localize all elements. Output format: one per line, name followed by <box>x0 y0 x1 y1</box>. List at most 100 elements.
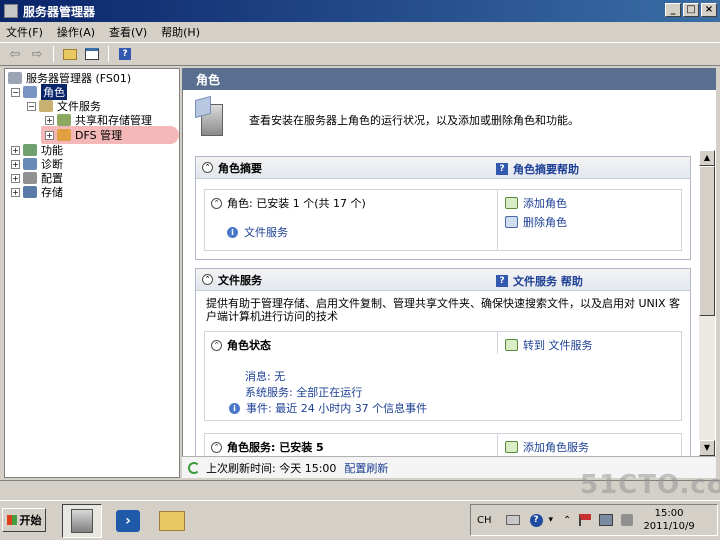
forward-icon[interactable]: ⇨ <box>28 45 46 63</box>
menu-file[interactable]: 文件(F) <box>6 24 43 40</box>
collapse-toggle[interactable]: − <box>11 87 20 97</box>
refresh-icon <box>188 461 200 474</box>
scroll-thumb[interactable] <box>699 166 715 316</box>
back-icon[interactable]: ⇦ <box>6 45 24 63</box>
tree-item-features[interactable]: + 功能 <box>11 143 63 157</box>
system-services-link[interactable]: 系统服务: 全部正在运行 <box>245 384 362 400</box>
collapse-icon[interactable]: ⌃ <box>211 441 222 453</box>
collapse-icon[interactable]: ⌃ <box>211 339 222 351</box>
remove-roles-link[interactable]: 删除角色 <box>505 214 567 230</box>
file-services-icon <box>39 100 53 112</box>
expand-toggle[interactable]: + <box>11 145 20 155</box>
start-button[interactable]: 开始 <box>2 508 46 532</box>
file-services-header[interactable]: ⌃ 文件服务 ? 文件服务 帮助 <box>196 269 690 291</box>
title-bar: 服务器管理器 _ □ × <box>0 0 720 22</box>
collapse-icon[interactable]: ⌃ <box>211 197 222 209</box>
up-folder-icon[interactable] <box>61 45 79 63</box>
server-manager-icon <box>4 4 18 18</box>
events-link[interactable]: i 事件: 最近 24 小时内 37 个信息事件 <box>229 400 427 416</box>
options-arrow-icon[interactable]: ▾ <box>549 515 554 525</box>
show-hidden-icons[interactable]: ⌃ <box>563 515 571 526</box>
taskbar-server-manager-button[interactable] <box>62 504 102 538</box>
show-hide-tree-icon[interactable] <box>83 45 101 63</box>
tree-item-storage[interactable]: + 存储 <box>11 185 63 199</box>
section-title: 角色摘要 <box>218 161 262 175</box>
tree-item-roles[interactable]: − 角色 <box>11 84 67 100</box>
collapse-icon[interactable]: ⌃ <box>202 162 213 173</box>
goto-icon <box>505 339 518 351</box>
file-services-help-link[interactable]: ? 文件服务 帮助 <box>496 273 583 289</box>
expand-toggle[interactable]: + <box>11 159 20 169</box>
menu-view[interactable]: 查看(V) <box>109 24 147 40</box>
expand-toggle[interactable]: + <box>11 187 20 197</box>
maximize-button[interactable]: □ <box>683 3 699 17</box>
powershell-icon: › <box>116 510 140 532</box>
roles-server-icon <box>195 95 231 138</box>
taskbar-explorer-button[interactable] <box>152 504 192 538</box>
tree-label: 存储 <box>41 186 63 199</box>
scroll-down-button[interactable]: ▼ <box>699 440 715 456</box>
roles-summary-section: ⌃ 角色摘要 ? 角色摘要帮助 ⌃ 角色: 已安装 1 个(共 17 个) i … <box>195 156 691 260</box>
tree-item-diagnostics[interactable]: + 诊断 <box>11 157 63 171</box>
minimize-button[interactable]: _ <box>665 3 681 17</box>
menu-action[interactable]: 操作(A) <box>57 24 95 40</box>
server-icon <box>8 72 22 84</box>
info-icon: i <box>229 402 240 414</box>
language-indicator[interactable]: CH <box>477 515 492 526</box>
diagnostics-icon <box>23 158 37 170</box>
help-icon: ? <box>496 163 508 175</box>
close-button[interactable]: × <box>701 3 717 17</box>
tree-label: 共享和存储管理 <box>75 114 152 127</box>
storage-icon <box>23 186 37 198</box>
expand-toggle[interactable]: + <box>11 173 20 183</box>
taskbar-powershell-button[interactable]: › <box>108 504 148 538</box>
file-services-description: 提供有助于管理存储、启用文件复制、管理共享文件夹、确保快速搜索文件，以及启用对 … <box>206 297 681 323</box>
features-icon <box>23 144 37 156</box>
expand-toggle[interactable]: + <box>45 130 54 140</box>
tree-item-dfs[interactable]: + DFS 管理 <box>45 128 122 142</box>
file-services-section: ⌃ 文件服务 ? 文件服务 帮助 提供有助于管理存储、启用文件复制、管理共享文件… <box>195 268 691 460</box>
help-icon[interactable]: ? <box>116 45 134 63</box>
scroll-up-button[interactable]: ▲ <box>699 150 715 166</box>
configuration-icon <box>23 172 37 184</box>
collapse-icon[interactable]: ⌃ <box>202 274 213 285</box>
roles-summary-header[interactable]: ⌃ 角色摘要 ? 角色摘要帮助 <box>196 157 690 179</box>
folder-icon <box>159 511 185 531</box>
file-services-role-link[interactable]: i 文件服务 <box>227 224 288 240</box>
role-services-label: ⌃ 角色服务: 已安装 5 <box>211 439 324 455</box>
volume-icon[interactable] <box>621 514 634 526</box>
add-roles-link[interactable]: 添加角色 <box>505 195 567 211</box>
add-role-services-link[interactable]: 添加角色服务 <box>505 439 589 455</box>
configure-refresh-link[interactable]: 配置刷新 <box>344 460 388 476</box>
pane-header: 角色 <box>182 68 716 90</box>
clock[interactable]: 15:00 2011/10/9 <box>643 507 694 533</box>
tree-item-share-storage[interactable]: + 共享和存储管理 <box>45 113 152 127</box>
last-refresh-label: 上次刷新时间: 今天 15:00 <box>206 461 337 475</box>
tree-item-configuration[interactable]: + 配置 <box>11 171 63 185</box>
expand-toggle[interactable]: + <box>45 115 54 125</box>
pane-title: 角色 <box>196 72 221 87</box>
messages-label: 消息: 无 <box>245 370 286 383</box>
role-status-subsection: ⌃ 角色状态 转到 文件服务 消息: 无 系统服务: 全部正在运行 i 事件: … <box>204 331 682 421</box>
menu-help[interactable]: 帮助(H) <box>161 24 200 40</box>
collapse-toggle[interactable]: − <box>27 101 36 111</box>
intro-text: 查看安装在服务器上角色的运行状况，以及添加或删除角色和功能。 <box>249 114 579 127</box>
keyboard-icon[interactable] <box>505 515 520 525</box>
watermark: 51CTO.com <box>580 470 720 500</box>
dfs-icon <box>57 129 71 141</box>
add-roles-icon <box>505 197 518 209</box>
flag-icon[interactable] <box>579 514 592 526</box>
network-icon[interactable] <box>599 514 614 526</box>
details-pane: 查看安装在服务器上角色的运行状况，以及添加或删除角色和功能。 ⌃ 角色摘要 ? … <box>182 90 716 460</box>
info-icon: i <box>227 226 238 238</box>
roles-summary-help-link[interactable]: ? 角色摘要帮助 <box>496 161 579 177</box>
vertical-scrollbar[interactable]: ▲ ▼ <box>699 150 715 456</box>
system-tray: CH ? ▾ ⌃ 15:00 2011/10/9 <box>470 504 718 536</box>
help-icon: ? <box>496 275 508 287</box>
goto-file-services-link[interactable]: 转到 文件服务 <box>505 337 593 353</box>
help-icon[interactable]: ? <box>529 513 543 527</box>
roles-subsection: ⌃ 角色: 已安装 1 个(共 17 个) i 文件服务 添加角色 删除角色 <box>204 189 682 251</box>
tree-item-server-manager[interactable]: 服务器管理器 (FS01) <box>8 71 131 85</box>
roles-installed-label: ⌃ 角色: 已安装 1 个(共 17 个) <box>211 195 366 211</box>
tree-item-file-services[interactable]: − 文件服务 <box>27 99 101 113</box>
